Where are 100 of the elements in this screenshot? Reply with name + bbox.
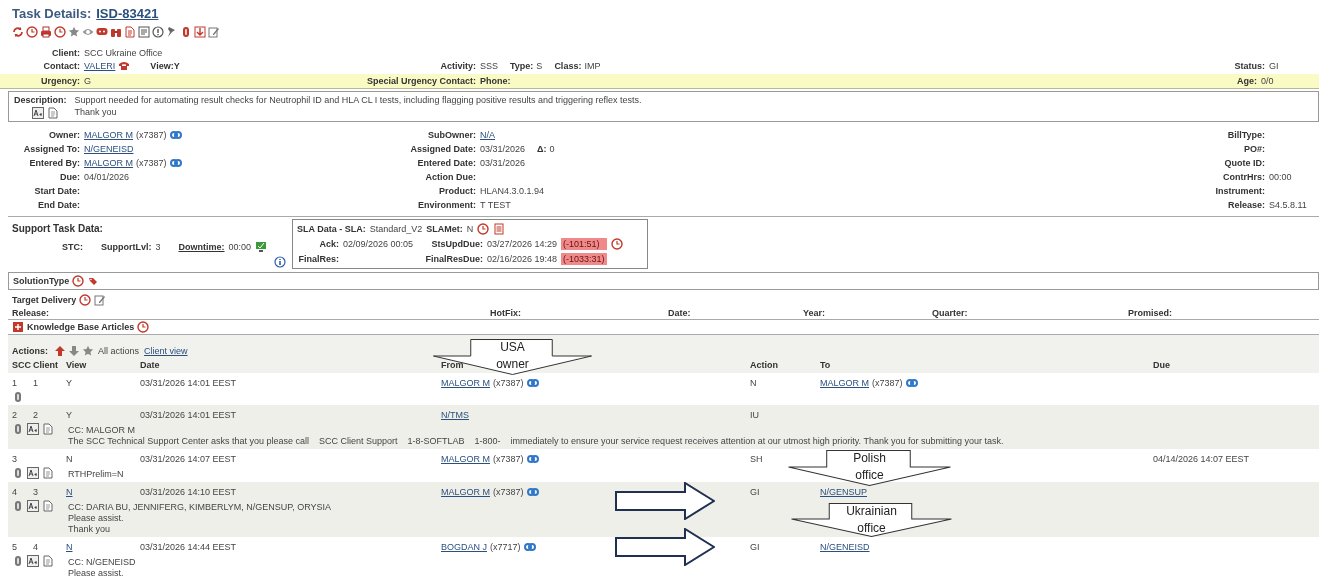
- paperclip-icon[interactable]: [12, 423, 24, 435]
- field-label: Age:: [1237, 75, 1257, 87]
- star-icon[interactable]: [82, 345, 94, 357]
- clock-icon[interactable]: [477, 223, 490, 235]
- clock-icon[interactable]: [26, 26, 38, 38]
- value-link[interactable]: N/TMS: [441, 409, 469, 421]
- extension-text: (x7387): [493, 486, 524, 498]
- paperclip-icon[interactable]: [12, 555, 24, 567]
- edit-icon[interactable]: [208, 26, 220, 38]
- note-text: 1-8: [407, 436, 421, 447]
- table-cell: GI: [750, 487, 760, 497]
- table-cell: 2: [12, 410, 17, 420]
- view-link[interactable]: N: [66, 542, 73, 552]
- table-cell: Y: [66, 410, 72, 420]
- note-text: SCC Client Support: [318, 436, 398, 447]
- downtime-link[interactable]: Downtime:: [178, 241, 225, 253]
- value-link[interactable]: N/GENEISD: [84, 143, 134, 155]
- clock-icon[interactable]: [72, 275, 85, 287]
- value-link[interactable]: MALGOR M: [84, 157, 133, 169]
- arrow-up-icon[interactable]: [54, 345, 66, 357]
- table-cell: IU: [750, 410, 759, 420]
- speech-bubble-icon[interactable]: [96, 26, 108, 38]
- paperclip-icon[interactable]: [12, 500, 24, 512]
- eye-icon[interactable]: [82, 26, 94, 38]
- table-cell: 03/31/2026 14:44 EEST: [140, 542, 237, 552]
- font-icon[interactable]: [27, 467, 39, 479]
- field-label: Release:: [1227, 199, 1265, 211]
- font-icon[interactable]: [27, 500, 39, 512]
- document-icon[interactable]: [124, 26, 136, 38]
- client-view-link[interactable]: Client view: [144, 345, 188, 357]
- linked-circles-icon[interactable]: [523, 541, 536, 553]
- scroll-icon[interactable]: [493, 223, 506, 235]
- column-header: To: [820, 360, 831, 370]
- value-link[interactable]: MALGOR M: [441, 486, 490, 498]
- clock-icon[interactable]: [610, 238, 623, 250]
- document-icon[interactable]: [42, 467, 54, 479]
- field-label: Target Delivery: [12, 294, 77, 306]
- export-icon[interactable]: [194, 26, 206, 38]
- refresh-icon[interactable]: [12, 26, 24, 38]
- font-icon[interactable]: [31, 107, 44, 119]
- field-label: Product:: [439, 185, 476, 197]
- value-link[interactable]: N/A: [480, 129, 495, 141]
- view-link[interactable]: N: [66, 487, 73, 497]
- extension-text: (x7387): [136, 157, 167, 169]
- value-link[interactable]: N/GENSUP: [820, 486, 867, 498]
- linked-circles-icon[interactable]: [526, 377, 539, 389]
- document-icon[interactable]: [42, 555, 54, 567]
- contact-link[interactable]: VALERI: [84, 59, 116, 72]
- field-value: 3: [155, 241, 161, 253]
- phone-icon[interactable]: [118, 59, 131, 72]
- arrow-down-icon[interactable]: [68, 345, 80, 357]
- monitor-icon[interactable]: [255, 241, 268, 253]
- note-text: The SCC Technical Support Center asks that you please call: [68, 436, 309, 447]
- table-cell: 03/31/2026 14:01 EEST: [140, 410, 237, 420]
- checklist-icon[interactable]: [138, 26, 150, 38]
- clock-icon[interactable]: [54, 26, 66, 38]
- field-label: Class:: [554, 59, 582, 72]
- linked-circles-icon[interactable]: [169, 129, 182, 141]
- value-link[interactable]: MALGOR M: [441, 377, 490, 389]
- linked-circles-icon[interactable]: [526, 486, 539, 498]
- paperclip-icon[interactable]: [180, 26, 192, 38]
- font-icon[interactable]: [27, 423, 39, 435]
- section-title: Support Task Data:: [12, 223, 104, 235]
- linked-circles-icon[interactable]: [905, 377, 918, 389]
- field-label: Start Date:: [34, 185, 80, 197]
- table-cell: N: [750, 378, 757, 388]
- field-label: Description:: [14, 94, 67, 106]
- field-value: IMP: [584, 59, 601, 72]
- task-id-link[interactable]: ISD-83421: [96, 6, 159, 22]
- clock-icon[interactable]: [79, 294, 92, 306]
- value-link[interactable]: MALGOR M: [820, 377, 869, 389]
- paperclip-icon[interactable]: [12, 391, 24, 403]
- info-icon[interactable]: [274, 256, 286, 268]
- paperclip-icon[interactable]: [12, 467, 24, 479]
- field-label: SupportLvl:: [101, 241, 152, 253]
- field-label: Year:: [803, 308, 826, 318]
- field-label: Client:: [52, 46, 80, 59]
- field-label: Assigned To:: [23, 143, 80, 155]
- printer-icon[interactable]: [40, 26, 52, 38]
- star-icon[interactable]: [68, 26, 80, 38]
- table-cell: Y: [66, 378, 72, 388]
- table-cell: 2: [33, 410, 38, 420]
- value-link[interactable]: MALGOR M: [441, 453, 490, 465]
- value-link[interactable]: N/GENEISD: [820, 541, 870, 553]
- note-text: CC: N/GENEISD: [68, 557, 136, 568]
- linked-circles-icon[interactable]: [169, 157, 182, 169]
- field-value: HLAN4.3.0.1.94: [480, 185, 545, 197]
- clock-icon[interactable]: [137, 321, 150, 333]
- expand-icon[interactable]: [12, 321, 24, 333]
- document-icon[interactable]: [42, 500, 54, 512]
- edit-icon[interactable]: [94, 294, 107, 306]
- linked-circles-icon[interactable]: [526, 453, 539, 465]
- value-link[interactable]: BOGDAN J: [441, 541, 487, 553]
- alert-icon[interactable]: [152, 26, 164, 38]
- value-link[interactable]: MALGOR M: [84, 129, 133, 141]
- document-icon[interactable]: [42, 423, 54, 435]
- field-label: Ack:: [319, 238, 339, 250]
- binoculars-icon[interactable]: [110, 26, 122, 38]
- font-icon[interactable]: [27, 555, 39, 567]
- field-value: SSS: [480, 59, 498, 72]
